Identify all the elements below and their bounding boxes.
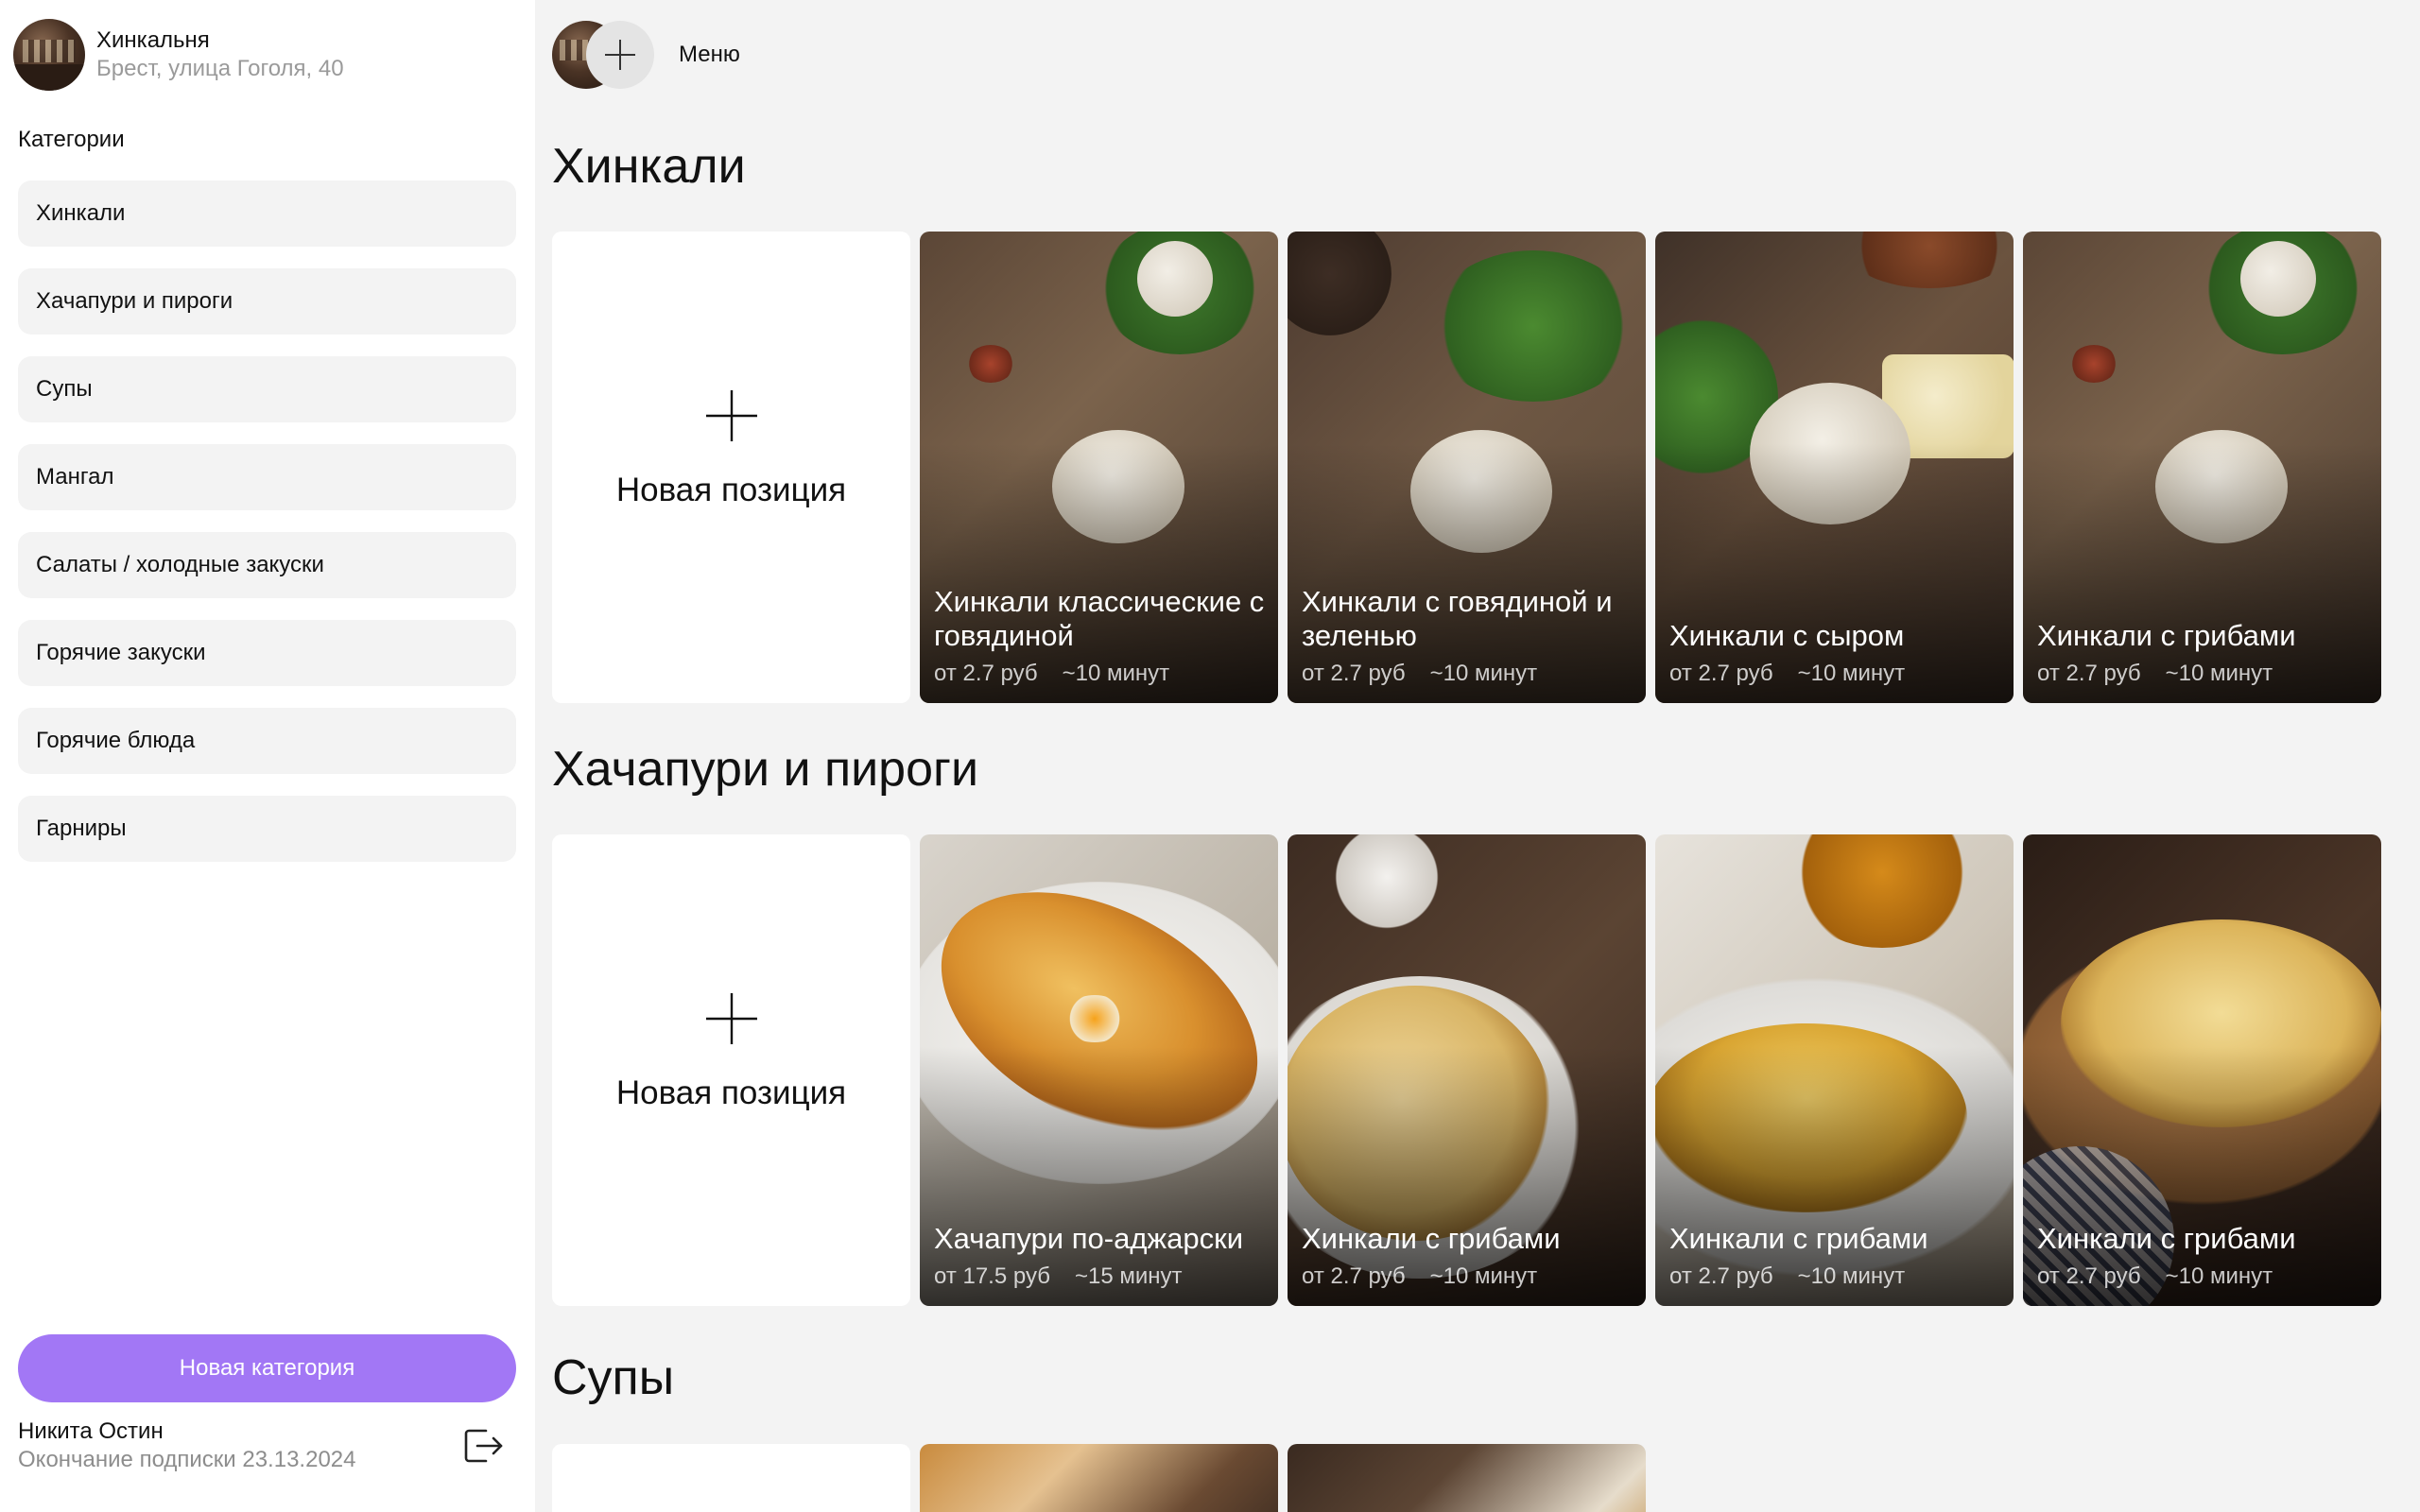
dish-time: ~10 минут xyxy=(2165,661,2273,686)
sidebar-item-hot-appetizers[interactable]: Горячие закуски xyxy=(18,620,516,686)
dish-name: Хинкали с сыром xyxy=(1669,619,1905,652)
menu-label[interactable]: Меню xyxy=(679,42,740,68)
dish-card[interactable]: Хачапури по-аджарски от 17.5 руб ~15 мину… xyxy=(920,834,1278,1306)
dish-card[interactable]: Хинкали с грибами от 2.7 руб ~10 минут xyxy=(2023,834,2381,1306)
venue-header[interactable]: Хинкальня Брест, улица Гоголя, 40 xyxy=(13,19,344,91)
sidebar-item-khinkali[interactable]: Хинкали xyxy=(18,180,516,247)
items-row-soups xyxy=(552,1444,1646,1512)
dish-time: ~10 минут xyxy=(1797,661,1906,686)
dish-card[interactable] xyxy=(1288,1444,1646,1512)
dish-name: Хачапури по-аджарски xyxy=(934,1222,1244,1255)
dish-card[interactable]: Хинкали с грибами от 2.7 руб ~10 минут xyxy=(1288,834,1646,1306)
categories-heading: Категории xyxy=(18,127,125,152)
sidebar-item-salads[interactable]: Салаты / холодные закуски xyxy=(18,532,516,598)
logout-icon[interactable] xyxy=(461,1425,507,1467)
dish-photo xyxy=(920,1444,1278,1512)
dish-time: ~10 минут xyxy=(1797,1263,1906,1289)
add-button[interactable] xyxy=(586,21,654,89)
sidebar-item-label: Гарниры xyxy=(36,816,127,841)
category-list: Хинкали Хачапури и пироги Супы Мангал Са… xyxy=(18,180,516,884)
new-category-button[interactable]: Новая категория xyxy=(18,1334,516,1402)
dish-name: Хинкали классические с говядиной xyxy=(934,585,1265,652)
dish-price: от 2.7 руб xyxy=(1302,1263,1406,1289)
dish-name: Хинкали с грибами xyxy=(1669,1222,1928,1255)
section-title-soups: Супы xyxy=(552,1350,675,1405)
sidebar-item-label: Горячие блюда xyxy=(36,728,196,753)
topbar: Меню xyxy=(552,21,740,89)
dish-time: ~10 минут xyxy=(2165,1263,2273,1289)
sidebar-item-label: Мангал xyxy=(36,464,114,490)
user-name: Никита Остин xyxy=(18,1418,164,1444)
subscription-status: Окончание подписки 23.13.2024 xyxy=(18,1447,356,1472)
sidebar-item-sides[interactable]: Гарниры xyxy=(18,796,516,862)
plus-icon xyxy=(705,992,757,1044)
new-item-card[interactable]: Новая позиция xyxy=(552,232,910,703)
items-row-khinkali: Новая позиция Хинкали классические с гов… xyxy=(552,232,2381,703)
dish-time: ~10 минут xyxy=(1062,661,1170,686)
dish-card[interactable]: Хинкали классические с говядиной от 2.7 … xyxy=(920,232,1278,703)
new-item-card[interactable] xyxy=(552,1444,910,1512)
sidebar-item-label: Салаты / холодные закуски xyxy=(36,552,324,577)
dish-price: от 2.7 руб xyxy=(934,661,1038,686)
new-item-label: Новая позиция xyxy=(615,471,847,508)
items-row-khachapuri: Новая позиция Хачапури по-аджарски от 17… xyxy=(552,834,2381,1306)
dish-photo xyxy=(1288,1444,1646,1512)
section-title-khinkali: Хинкали xyxy=(552,139,746,194)
new-item-label: Новая позиция xyxy=(615,1074,847,1111)
plus-icon xyxy=(705,389,757,441)
dish-name: Хинкали с грибами xyxy=(2037,619,2296,652)
venue-address: Брест, улица Гоголя, 40 xyxy=(96,56,344,81)
plus-icon xyxy=(605,40,635,70)
venue-name: Хинкальня xyxy=(96,27,210,53)
dish-price: от 2.7 руб xyxy=(1669,661,1773,686)
dish-card[interactable]: Хинкали с грибами от 2.7 руб ~10 минут xyxy=(1655,834,2014,1306)
dish-price: от 2.7 руб xyxy=(2037,661,2141,686)
dish-card[interactable]: Хинкали с сыром от 2.7 руб ~10 минут xyxy=(1655,232,2014,703)
dish-price: от 17.5 руб xyxy=(934,1263,1050,1289)
dish-name: Хинкали с грибами xyxy=(2037,1222,2296,1255)
sidebar-item-grill[interactable]: Мангал xyxy=(18,444,516,510)
dish-time: ~10 минут xyxy=(1429,661,1538,686)
dish-price: от 2.7 руб xyxy=(2037,1263,2141,1289)
dish-price: от 2.7 руб xyxy=(1302,661,1406,686)
dish-name: Хинкали с грибами xyxy=(1302,1222,1561,1255)
sidebar-item-label: Хачапури и пироги xyxy=(36,288,233,314)
sidebar-item-label: Горячие закуски xyxy=(36,640,206,665)
dish-card[interactable]: Хинкали с грибами от 2.7 руб ~10 минут xyxy=(2023,232,2381,703)
section-title-khachapuri: Хачапури и пироги xyxy=(552,742,979,797)
new-item-card[interactable]: Новая позиция xyxy=(552,834,910,1306)
sidebar-item-label: Супы xyxy=(36,376,93,402)
dish-name: Хинкали с говядиной и зеленью xyxy=(1302,585,1613,652)
user-info: Никита Остин Окончание подписки 23.13.20… xyxy=(18,1418,355,1474)
dish-price: от 2.7 руб xyxy=(1669,1263,1773,1289)
dish-time: ~15 минут xyxy=(1074,1263,1183,1289)
dish-time: ~10 минут xyxy=(1429,1263,1538,1289)
sidebar-item-khachapuri[interactable]: Хачапури и пироги xyxy=(18,268,516,335)
sidebar-item-hot-dishes[interactable]: Горячие блюда xyxy=(18,708,516,774)
sidebar-item-soups[interactable]: Супы xyxy=(18,356,516,422)
venue-avatar xyxy=(13,19,85,91)
sidebar-item-label: Хинкали xyxy=(36,200,126,226)
dish-card[interactable]: Хинкали с говядиной и зеленью от 2.7 руб… xyxy=(1288,232,1646,703)
sidebar: Хинкальня Брест, улица Гоголя, 40 Катего… xyxy=(0,0,535,1512)
dish-card[interactable] xyxy=(920,1444,1278,1512)
